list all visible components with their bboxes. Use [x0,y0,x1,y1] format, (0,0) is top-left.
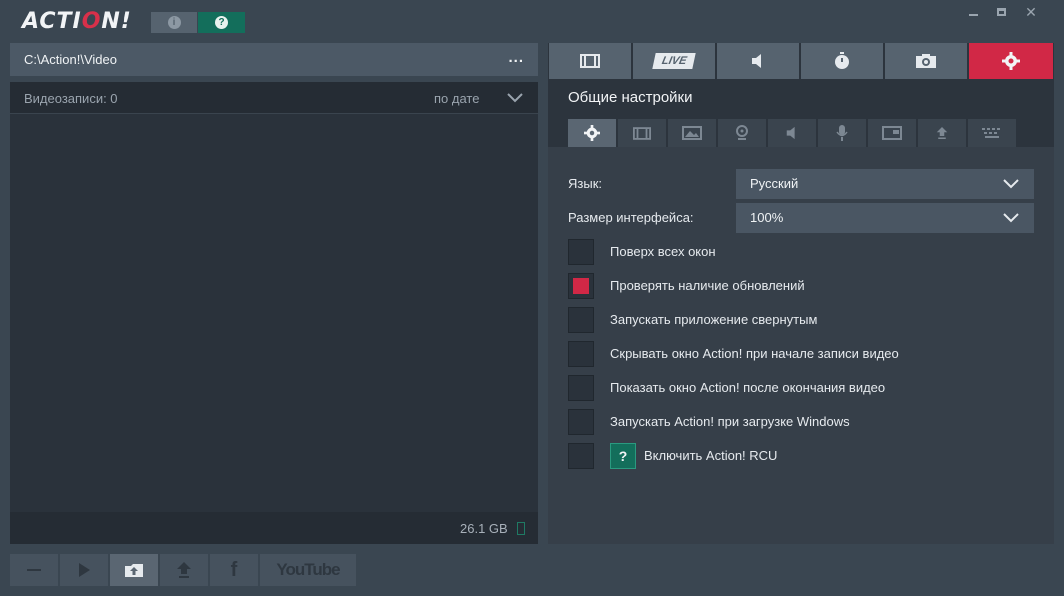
info-button[interactable]: i [151,12,197,33]
app-logo: ACTION! [22,9,132,34]
info-icon: i [167,16,181,29]
tab-settings[interactable] [969,43,1053,79]
option-label: Запускать приложение свернутым [610,312,818,327]
restore-button[interactable] [994,4,1008,20]
help-icon: ? [215,16,228,29]
subtab-audio[interactable] [768,119,816,147]
youtube-icon: YouTube [276,560,340,579]
sort-select[interactable]: по дате [434,91,479,106]
video-path: C:\Action!\Video [24,52,117,67]
language-select[interactable]: Русский [736,169,1034,199]
subtab-image[interactable] [668,119,716,147]
open-folder-button[interactable] [110,554,158,586]
ui-size-select[interactable]: 100% [736,203,1034,233]
upload-button[interactable] [160,554,208,586]
restore-icon [996,8,1006,16]
checkbox-enable-rcu[interactable] [568,443,594,469]
camera-icon [916,54,936,68]
film-icon [633,126,651,140]
ui-size-label: Размер интерфейса: [568,210,694,225]
image-icon [682,126,702,140]
subtab-microphone[interactable] [818,119,866,147]
tab-screenshot[interactable] [885,43,967,79]
subtab-webcam[interactable] [718,119,766,147]
minimize-button[interactable] [966,4,980,20]
live-icon: LIVE [652,53,696,69]
ui-size-value: 100% [750,210,784,225]
webcam-icon [736,125,748,140]
option-label: Показать окно Action! после окончания ви… [610,380,886,395]
chevron-down-icon [1003,213,1019,223]
close-icon: ✕ [1025,4,1037,20]
gear-icon [1002,52,1020,70]
play-button[interactable] [60,554,108,586]
checkbox-start-minimized[interactable] [568,307,594,333]
subtab-hotkeys[interactable] [968,119,1016,147]
film-icon [580,54,600,68]
records-count: Видеозаписи: 0 [24,91,118,106]
help-button[interactable]: ? [198,12,245,33]
upload-icon [936,127,948,139]
folder-open-icon [125,564,143,577]
disk-icon [517,522,525,535]
subtab-video[interactable] [618,119,666,147]
overlay-icon [882,126,902,140]
rcu-help-button[interactable]: ? [610,443,636,469]
subtab-overlay[interactable] [868,119,916,147]
tab-live[interactable]: LIVE [633,43,715,79]
option-label: Запускать Action! при загрузке Windows [610,414,850,429]
list-header: Видеозаписи: 0 по дате [10,82,538,114]
chevron-down-icon[interactable] [506,89,524,107]
option-label: Проверять наличие обновлений [610,278,805,293]
chevron-down-icon [1003,179,1019,189]
settings-panel: LIVE Общие настройки Язык: Русский Разме… [548,43,1054,544]
language-value: Русский [750,176,799,191]
close-button[interactable]: ✕ [1024,4,1038,20]
minus-icon [27,569,41,571]
speaker-icon [752,54,761,68]
upload-icon [177,562,191,578]
subtab-general[interactable] [568,119,616,147]
list-footer: 26.1 GB [10,512,538,544]
subtab-upload[interactable] [918,119,966,147]
tab-timer[interactable] [801,43,883,79]
browse-button[interactable]: ... [508,49,524,66]
gear-icon [584,125,600,141]
tab-video[interactable] [549,43,631,79]
option-label: Поверх всех окон [610,244,716,259]
checkbox-show-after-record[interactable] [568,375,594,401]
check-mark [573,278,589,294]
settings-subtabs [568,119,1016,147]
language-label: Язык: [568,176,602,191]
speaker-icon [786,126,795,140]
checkbox-hide-on-record[interactable] [568,341,594,367]
path-bar: C:\Action!\Video ... [10,43,538,76]
checkbox-start-with-windows[interactable] [568,409,594,435]
checkbox-check-updates[interactable] [568,273,594,299]
section-title: Общие настройки [568,89,693,106]
play-icon [79,563,90,577]
youtube-button[interactable]: YouTube [260,554,356,586]
facebook-icon: f [230,558,238,581]
checkbox-always-on-top[interactable] [568,239,594,265]
disk-free-space: 26.1 GB [460,521,508,536]
delete-button[interactable] [10,554,58,586]
tab-audio[interactable] [717,43,799,79]
keyboard-icon [982,128,1000,138]
facebook-button[interactable]: f [210,554,258,586]
general-settings: Язык: Русский Размер интерфейса: 100% По… [548,147,1054,544]
video-list[interactable]: Видеозаписи: 0 по дате 26.1 GB [10,82,538,544]
option-label: Скрывать окно Action! при начале записи … [610,346,899,361]
option-label: Включить Action! RCU [644,448,778,463]
minimize-icon [968,14,978,16]
stopwatch-icon [835,52,849,69]
microphone-icon [836,125,848,141]
